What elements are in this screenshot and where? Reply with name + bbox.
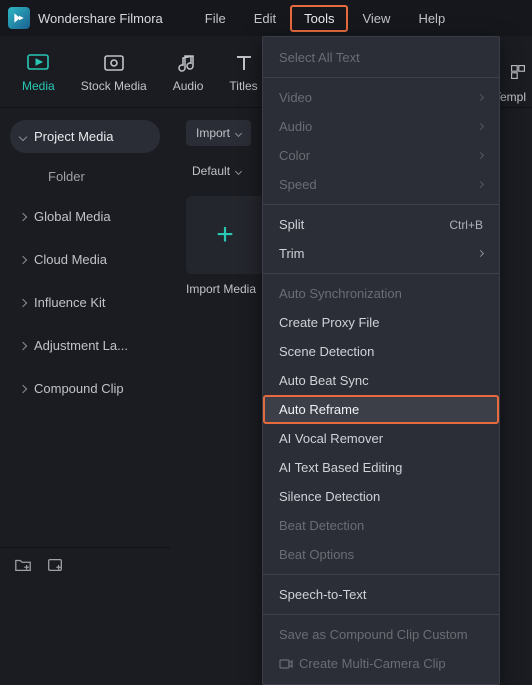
dd-auto-sync: Auto Synchronization (263, 279, 499, 308)
new-folder-icon[interactable] (14, 556, 32, 574)
menu-separator (263, 273, 499, 274)
chevron-right-icon (19, 255, 27, 263)
menu-tools[interactable]: Tools (290, 5, 348, 32)
submenu-arrow-icon (477, 152, 484, 159)
shortcut-label: Ctrl+B (449, 218, 483, 232)
dd-ai-vocal-remover[interactable]: AI Vocal Remover (263, 424, 499, 453)
sidebar-item-adjustment-layer[interactable]: Adjustment La... (10, 329, 160, 362)
stock-media-icon (100, 51, 128, 75)
bottom-bar (0, 547, 170, 581)
menu-separator (263, 204, 499, 205)
dd-beat-options: Beat Options (263, 540, 499, 569)
sidebar-item-influence-kit[interactable]: Influence Kit (10, 286, 160, 319)
sidebar-item-label: Influence Kit (34, 295, 106, 310)
menu-edit[interactable]: Edit (240, 5, 290, 32)
dd-video: Video (263, 83, 499, 112)
tab-media-label: Media (22, 79, 55, 93)
menu-view[interactable]: View (348, 5, 404, 32)
dd-silence-detection[interactable]: Silence Detection (263, 482, 499, 511)
menu-help[interactable]: Help (404, 5, 459, 32)
dd-beat-detection: Beat Detection (263, 511, 499, 540)
menu-bar: File Edit Tools View Help (191, 5, 459, 32)
dd-audio: Audio (263, 112, 499, 141)
tab-stock-media-label: Stock Media (81, 79, 147, 93)
tab-titles[interactable]: Titles (225, 47, 261, 97)
title-bar: Wondershare Filmora File Edit Tools View… (0, 0, 532, 36)
camera-icon (279, 658, 293, 670)
menu-file[interactable]: File (191, 5, 240, 32)
sort-dropdown[interactable]: Default (186, 160, 247, 182)
chevron-right-icon (19, 341, 27, 349)
titles-icon (230, 51, 258, 75)
new-bin-icon[interactable] (46, 556, 64, 574)
dd-select-all-text: Select All Text (263, 43, 499, 72)
submenu-arrow-icon (477, 123, 484, 130)
menu-separator (263, 574, 499, 575)
tools-dropdown-menu: Select All Text Video Audio Color Speed … (262, 36, 500, 685)
sidebar-item-global-media[interactable]: Global Media (10, 200, 160, 233)
chevron-down-icon (235, 167, 242, 174)
sidebar-item-cloud-media[interactable]: Cloud Media (10, 243, 160, 276)
app-title: Wondershare Filmora (38, 11, 163, 26)
import-dropdown[interactable]: Import (186, 120, 251, 146)
audio-icon (174, 51, 202, 75)
chevron-right-icon (19, 212, 27, 220)
dd-create-proxy[interactable]: Create Proxy File (263, 308, 499, 337)
sidebar-item-label: Cloud Media (34, 252, 107, 267)
sidebar-item-label: Adjustment La... (34, 338, 128, 353)
sidebar-item-compound-clip[interactable]: Compound Clip (10, 372, 160, 405)
chevron-down-icon (235, 129, 242, 136)
sidebar-item-project-media[interactable]: Project Media (10, 120, 160, 153)
submenu-arrow-icon (477, 94, 484, 101)
import-dropdown-label: Import (196, 126, 230, 140)
dd-auto-beat-sync[interactable]: Auto Beat Sync (263, 366, 499, 395)
media-icon (24, 51, 52, 75)
dd-speed: Speed (263, 170, 499, 199)
plus-icon: + (216, 218, 234, 252)
dd-trim[interactable]: Trim (263, 239, 499, 268)
menu-separator (263, 77, 499, 78)
filmora-logo-icon (12, 11, 26, 25)
dd-save-compound: Save as Compound Clip Custom (263, 620, 499, 649)
sidebar-item-label: Compound Clip (34, 381, 124, 396)
tab-templates-icon-edge (510, 64, 526, 85)
sidebar-item-label: Global Media (34, 209, 111, 224)
sidebar-subitem-folder[interactable]: Folder (10, 163, 160, 190)
dd-create-multicam: Create Multi-Camera Clip (263, 649, 499, 678)
dd-color: Color (263, 141, 499, 170)
dd-speech-to-text[interactable]: Speech-to-Text (263, 580, 499, 609)
dd-scene-detection[interactable]: Scene Detection (263, 337, 499, 366)
dd-split[interactable]: Split Ctrl+B (263, 210, 499, 239)
chevron-down-icon (19, 132, 27, 140)
menu-separator (263, 614, 499, 615)
submenu-arrow-icon (477, 181, 484, 188)
sidebar: Project Media Folder Global Media Cloud … (0, 108, 170, 581)
dd-auto-reframe[interactable]: Auto Reframe (263, 395, 499, 424)
chevron-right-icon (19, 384, 27, 392)
chevron-right-icon (19, 298, 27, 306)
import-media-box[interactable]: + (186, 196, 264, 274)
tab-titles-label: Titles (229, 79, 257, 93)
tab-media[interactable]: Media (18, 47, 59, 97)
sidebar-item-label: Project Media (34, 129, 113, 144)
sort-dropdown-label: Default (192, 164, 230, 178)
dd-ai-text-editing[interactable]: AI Text Based Editing (263, 453, 499, 482)
tab-stock-media[interactable]: Stock Media (77, 47, 151, 97)
app-logo (8, 7, 30, 29)
tab-audio-label: Audio (173, 79, 204, 93)
tab-audio[interactable]: Audio (169, 47, 208, 97)
submenu-arrow-icon (477, 250, 484, 257)
